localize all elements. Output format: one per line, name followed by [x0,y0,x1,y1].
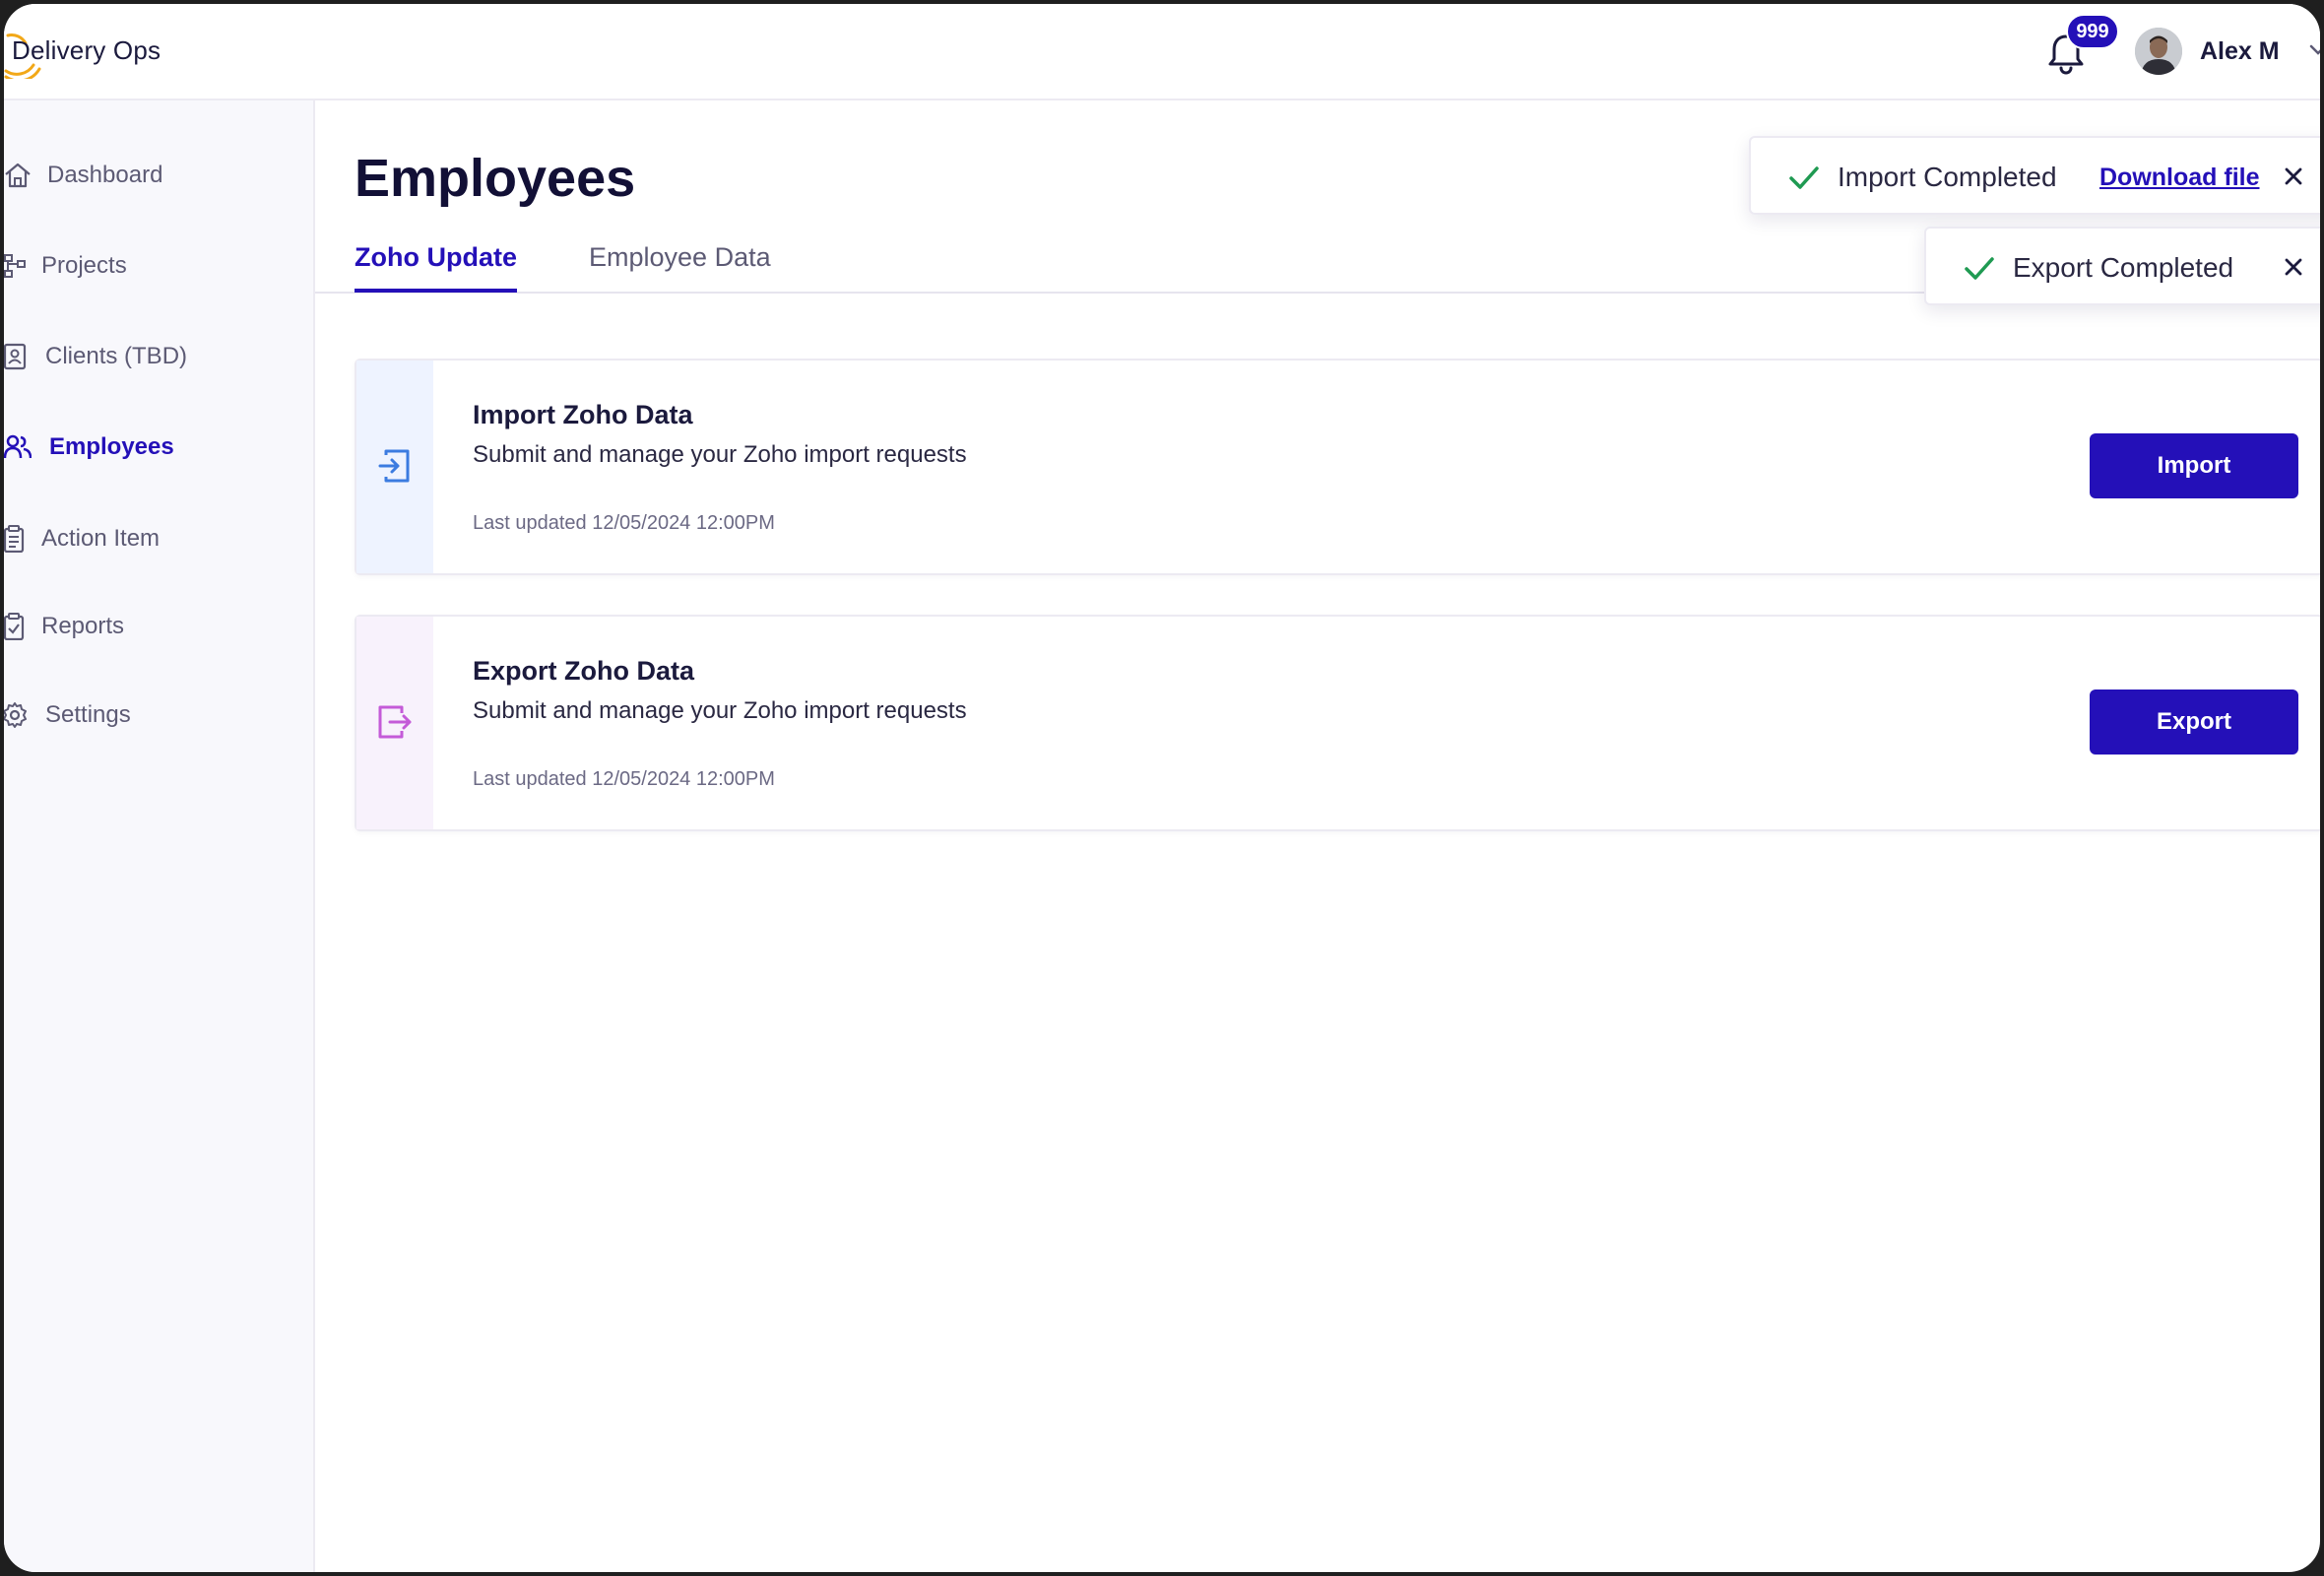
gear-icon [4,702,27,728]
sidebar-item-reports[interactable]: Reports [4,603,309,650]
sidebar-item-employees[interactable]: Employees [4,424,309,471]
clipboard-icon [4,525,25,553]
import-button[interactable]: Import [2090,433,2298,498]
sidebar-item-projects[interactable]: Projects [4,242,309,290]
chevron-down-icon[interactable] [2308,43,2324,57]
sidebar-item-label: Action Item [41,525,161,552]
sidebar-item-label: Projects [41,252,127,279]
sidebar-item-label: Reports [41,613,125,639]
user-name[interactable]: Alex M [2200,37,2280,66]
sidebar-item-label: Employees [49,433,174,460]
sidebar-item-clients[interactable]: Clients (TBD) [4,333,309,380]
card-title: Import Zoho Data [473,400,693,429]
toast-message: Export Completed [2013,252,2234,283]
import-icon [378,449,410,483]
import-card-strip [356,361,433,573]
sidebar-item-label: Clients (TBD) [45,343,188,369]
export-completed-toast: Export Completed [1924,227,2320,305]
card-description: Submit and manage your Zoho import reque… [473,441,967,468]
card-description: Submit and manage your Zoho import reque… [473,697,967,724]
import-completed-toast: Import Completed Download file [1749,136,2320,215]
sidebar-item-dashboard[interactable]: Dashboard [4,152,309,199]
sidebar-item-label: Dashboard [47,162,163,188]
card-last-updated: Last updated 12/05/2024 12:00PM [473,768,775,790]
users-icon [4,434,32,459]
app-window: Delivery Ops 999 Alex M Dashboard Projec… [0,0,2324,1576]
card-title: Export Zoho Data [473,656,695,686]
contact-card-icon [4,343,27,370]
check-icon [1965,257,1994,280]
export-icon [378,705,412,739]
close-icon[interactable] [2281,164,2306,189]
export-card: Export Zoho Data Submit and manage your … [355,615,2320,831]
tab-zoho-update[interactable]: Zoho Update [355,242,517,293]
sidebar: Dashboard Projects Clients (TBD) Employe… [4,100,315,1572]
close-icon[interactable] [2281,254,2306,280]
toast-message: Import Completed [1838,162,2057,192]
notification-count-badge: 999 [2066,14,2119,49]
top-header: Delivery Ops 999 Alex M [4,4,2320,100]
app-logo[interactable]: Delivery Ops [4,26,201,81]
sidebar-item-label: Settings [45,701,131,728]
export-card-strip [356,617,433,829]
check-icon [1789,166,1819,189]
tab-employee-data[interactable]: Employee Data [589,242,771,289]
sidebar-item-action-item[interactable]: Action Item [4,515,309,562]
card-last-updated: Last updated 12/05/2024 12:00PM [473,512,775,534]
page-title: Employees [355,149,636,208]
logo-text: Delivery Ops [12,35,161,65]
avatar[interactable] [2135,28,2182,75]
home-icon [5,163,31,188]
avatar-person-icon [2135,28,2182,75]
import-card: Import Zoho Data Submit and manage your … [355,359,2320,575]
export-button[interactable]: Export [2090,690,2298,755]
download-file-link[interactable]: Download file [2099,164,2260,192]
hierarchy-icon [4,254,26,278]
clipboard-check-icon [4,613,25,640]
sidebar-item-settings[interactable]: Settings [4,691,309,739]
